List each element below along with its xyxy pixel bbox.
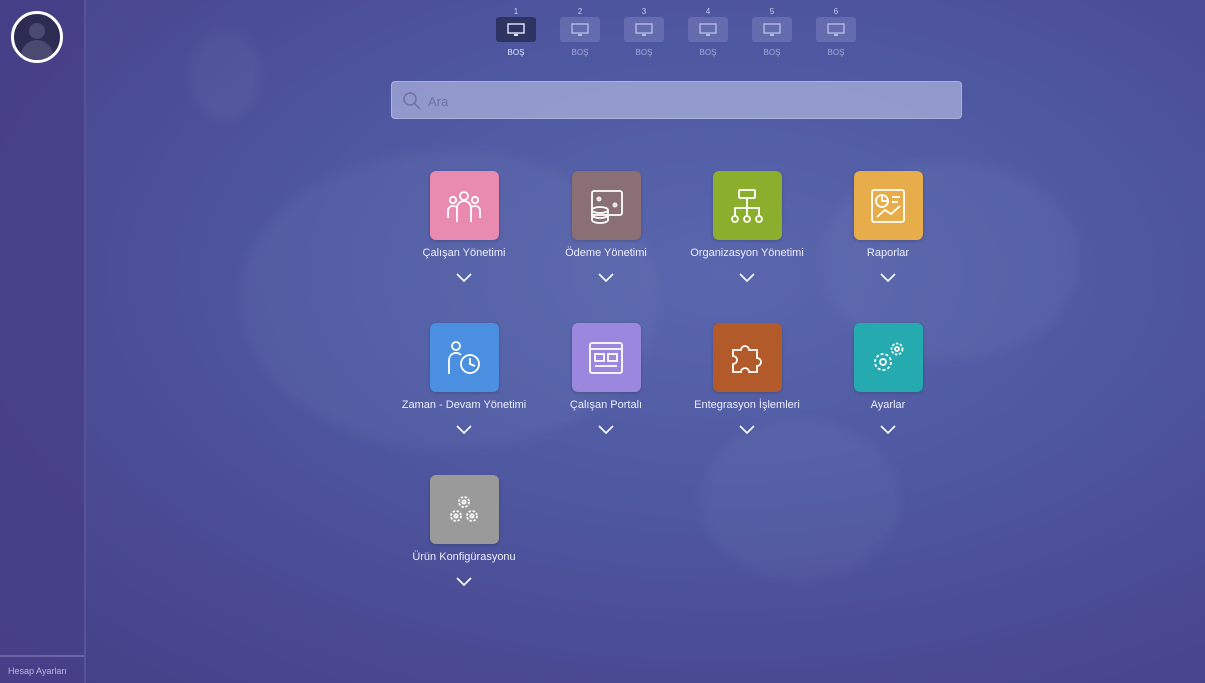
module-organization-management[interactable]: Organizasyon Yönetimi (672, 171, 822, 282)
screen-label: BOŞ (827, 48, 845, 57)
chevron-down-icon[interactable] (531, 425, 681, 434)
module-label: Çalışan Yönetimi (422, 247, 506, 259)
report-chart-icon (853, 171, 923, 240)
chevron-down-icon[interactable] (389, 425, 539, 434)
search-icon (402, 91, 422, 116)
module-time-attendance[interactable]: Zaman - Devam Yönetimi (389, 323, 539, 434)
screen-3[interactable]: 3 BOŞ (624, 6, 664, 57)
monitor-icon (752, 17, 792, 42)
module-label: Ödeme Yönetimi (565, 247, 647, 259)
sidebar: Hesap Ayarları (0, 0, 86, 683)
chevron-down-icon[interactable] (531, 273, 681, 282)
module-label: Entegrasyon İşlemleri (694, 399, 800, 411)
module-label: Ayarlar (870, 399, 906, 411)
module-integration-operations[interactable]: Entegrasyon İşlemleri (672, 323, 822, 434)
payment-coins-icon (571, 171, 641, 240)
screen-5[interactable]: 5 BOŞ (752, 6, 792, 57)
screen-label: BOŞ (763, 48, 781, 57)
module-reports[interactable]: Raporlar (813, 171, 963, 282)
module-label: Zaman - Devam Yönetimi (401, 399, 527, 411)
module-payment-management[interactable]: Ödeme Yönetimi (531, 171, 681, 282)
screen-label: BOŞ (635, 48, 653, 57)
cogs-cluster-icon (429, 475, 499, 544)
screen-label: BOŞ (507, 48, 525, 57)
screen-2[interactable]: 2 BOŞ (560, 6, 600, 57)
monitor-icon (816, 17, 856, 42)
chevron-down-icon[interactable] (813, 273, 963, 282)
module-employee-management[interactable]: Çalışan Yönetimi (389, 171, 539, 282)
screen-number: 6 (833, 7, 839, 16)
module-settings[interactable]: Ayarlar (813, 323, 963, 434)
chevron-down-icon[interactable] (672, 273, 822, 282)
person-clock-icon (429, 323, 499, 392)
module-label: Çalışan Portalı (569, 399, 643, 411)
screen-6[interactable]: 6 BOŞ (816, 6, 856, 57)
avatar-head-icon (29, 23, 45, 39)
people-group-icon (429, 171, 499, 240)
screen-1[interactable]: 1 BOŞ (496, 6, 536, 57)
monitor-icon (496, 17, 536, 42)
screen-number: 3 (641, 7, 647, 16)
user-avatar[interactable] (11, 11, 63, 63)
module-label: Ürün Konfigürasyonu (412, 551, 516, 563)
chevron-down-icon[interactable] (389, 273, 539, 282)
screen-switcher: 1 BOŞ 2 BOŞ 3 BOŞ 4 BOŞ 5 BOŞ 6 BOŞ (496, 6, 880, 57)
screen-number: 5 (769, 7, 775, 16)
monitor-icon (560, 17, 600, 42)
search-bar (391, 81, 962, 120)
portal-window-icon (571, 323, 641, 392)
avatar-body-icon (21, 40, 53, 60)
screen-4[interactable]: 4 BOŞ (688, 6, 728, 57)
screen-number: 1 (513, 7, 519, 16)
screen-label: BOŞ (571, 48, 589, 57)
chevron-down-icon[interactable] (389, 577, 539, 586)
module-label: Raporlar (866, 247, 910, 259)
gears-icon (853, 323, 923, 392)
monitor-icon (624, 17, 664, 42)
org-chart-icon (712, 171, 782, 240)
module-product-configuration[interactable]: Ürün Konfigürasyonu (389, 475, 539, 586)
monitor-icon (688, 17, 728, 42)
puzzle-icon (712, 323, 782, 392)
screen-label: BOŞ (699, 48, 717, 57)
module-employee-portal[interactable]: Çalışan Portalı (531, 323, 681, 434)
chevron-down-icon[interactable] (813, 425, 963, 434)
chevron-down-icon[interactable] (672, 425, 822, 434)
module-label: Organizasyon Yönetimi (690, 247, 804, 259)
screen-number: 2 (577, 7, 583, 16)
search-input[interactable] (426, 82, 950, 120)
screen-number: 4 (705, 7, 711, 16)
account-settings-link[interactable]: Hesap Ayarları (0, 655, 84, 683)
